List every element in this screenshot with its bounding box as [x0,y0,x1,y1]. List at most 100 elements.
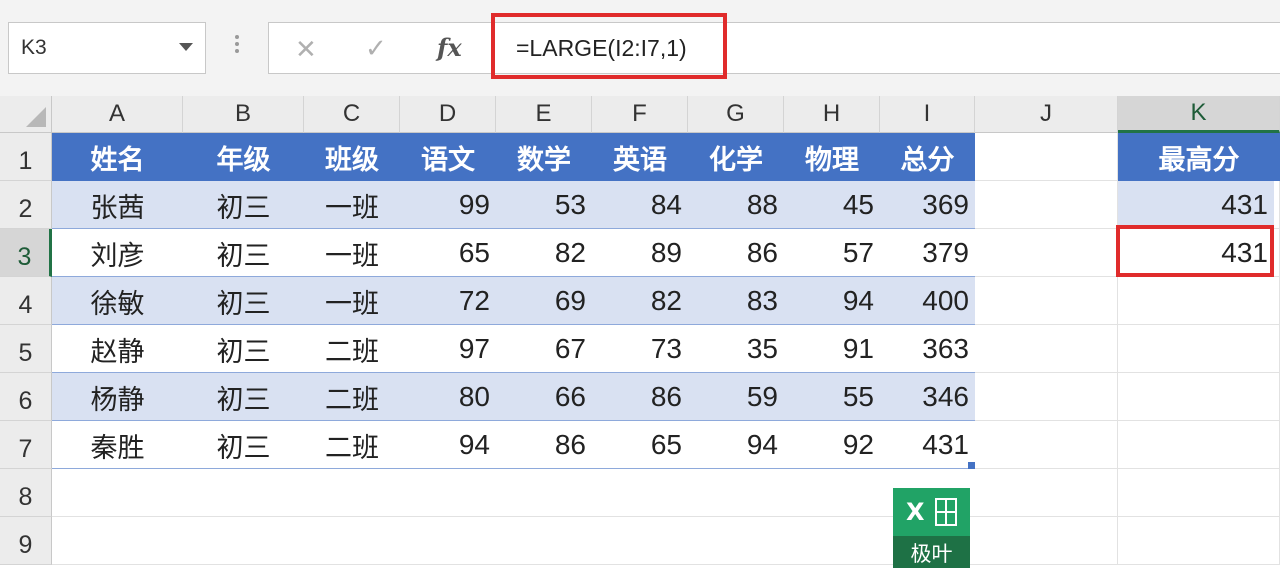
table-cell[interactable]: 99 [400,181,496,229]
table-resize-handle[interactable] [968,462,975,469]
table-cell[interactable]: 82 [496,229,592,277]
table-cell[interactable]: 346 [880,373,975,421]
table-cell[interactable]: 初三 [183,277,304,325]
table-cell[interactable]: 379 [880,229,975,277]
column-header-b[interactable]: B [183,96,304,133]
table-cell[interactable]: 初三 [183,181,304,229]
column-header-c[interactable]: C [304,96,400,133]
more-options-icon[interactable] [231,32,243,62]
enter-check-icon[interactable]: ✓ [365,34,387,64]
table-cell[interactable]: 69 [496,277,592,325]
table-header-cell[interactable]: 数学 [496,133,592,181]
table-cell[interactable]: 二班 [304,421,400,469]
table-cell[interactable]: 45 [784,181,880,229]
column-header-j[interactable]: J [975,96,1118,133]
name-box-value: K3 [21,36,47,59]
row-header-3[interactable]: 3 [0,229,52,277]
column-header-k[interactable]: K [1118,96,1280,133]
column-header-h[interactable]: H [784,96,880,133]
column-header-a[interactable]: A [52,96,183,133]
table-cell[interactable]: 57 [784,229,880,277]
table-cell[interactable]: 张茜 [52,181,183,229]
table-cell[interactable]: 88 [688,181,784,229]
table-cell[interactable]: 89 [592,229,688,277]
max-score-cell[interactable]: 431 [1118,181,1274,229]
table-cell[interactable]: 35 [688,325,784,373]
table-cell[interactable]: 431 [880,421,975,469]
table-cell[interactable]: 91 [784,325,880,373]
table-cell[interactable]: 369 [880,181,975,229]
gridline-horizontal [975,372,1280,373]
table-cell[interactable]: 94 [784,277,880,325]
row-header-1[interactable]: 1 [0,133,52,181]
table-cell[interactable]: 赵静 [52,325,183,373]
worksheet-grid[interactable]: ABCDEFGHIJK 123456789 姓名 年级 班级 语文 数学 英语 化学 物理 总分… [0,96,1280,580]
row-header-5[interactable]: 5 [0,325,52,373]
formula-highlight-box [491,13,727,79]
table-cell[interactable]: 67 [496,325,592,373]
max-score-header[interactable]: 最高分 [1118,133,1280,181]
table-cell[interactable]: 83 [688,277,784,325]
name-box[interactable]: K3 [8,22,206,74]
table-cell[interactable]: 一班 [304,277,400,325]
table-header-cell[interactable]: 化学 [688,133,784,181]
table-header-cell[interactable]: 总分 [880,133,975,181]
table-cell[interactable]: 86 [592,373,688,421]
table-cell[interactable]: 65 [592,421,688,469]
table-cell[interactable]: 84 [592,181,688,229]
table-cell[interactable]: 65 [400,229,496,277]
table-header-cell[interactable]: 年级 [183,133,304,181]
table-cell[interactable]: 92 [784,421,880,469]
gridline-horizontal [975,468,1280,469]
cancel-x-icon[interactable]: ✕ [295,35,317,65]
table-cell[interactable]: 59 [688,373,784,421]
table-header-cell[interactable]: 班级 [304,133,400,181]
table-cell[interactable]: 二班 [304,325,400,373]
table-cell[interactable]: 80 [400,373,496,421]
table-cell[interactable]: 初三 [183,229,304,277]
table-header-cell[interactable]: 姓名 [52,133,183,181]
row-header-8[interactable]: 8 [0,469,52,517]
table-cell[interactable]: 94 [688,421,784,469]
table-cell[interactable]: 82 [592,277,688,325]
row-header-4[interactable]: 4 [0,277,52,325]
gridline-horizontal [52,564,975,565]
insert-function-icon[interactable]: fx [437,33,462,62]
column-header-g[interactable]: G [688,96,784,133]
row-header-2[interactable]: 2 [0,181,52,229]
table-cell[interactable]: 53 [496,181,592,229]
table-cell[interactable]: 刘彦 [52,229,183,277]
chevron-down-icon[interactable] [179,43,193,51]
column-header-f[interactable]: F [592,96,688,133]
row-header-9[interactable]: 9 [0,517,52,565]
table-cell[interactable]: 66 [496,373,592,421]
table-cell[interactable]: 一班 [304,181,400,229]
table-cell[interactable]: 400 [880,277,975,325]
table-cell[interactable]: 97 [400,325,496,373]
table-cell[interactable]: 初三 [183,421,304,469]
table-header-cell[interactable]: 语文 [400,133,496,181]
logo-top: X [893,488,970,536]
table-cell[interactable]: 363 [880,325,975,373]
table-cell[interactable]: 杨静 [52,373,183,421]
column-header-d[interactable]: D [400,96,496,133]
column-header-i[interactable]: I [880,96,975,133]
table-cell[interactable]: 86 [688,229,784,277]
table-cell[interactable]: 72 [400,277,496,325]
table-cell[interactable]: 86 [496,421,592,469]
table-cell[interactable]: 二班 [304,373,400,421]
table-cell[interactable]: 55 [784,373,880,421]
table-cell[interactable]: 73 [592,325,688,373]
table-cell[interactable]: 秦胜 [52,421,183,469]
table-cell[interactable]: 一班 [304,229,400,277]
table-header-cell[interactable]: 物理 [784,133,880,181]
table-cell[interactable]: 初三 [183,325,304,373]
table-cell[interactable]: 94 [400,421,496,469]
column-header-e[interactable]: E [496,96,592,133]
select-all-corner[interactable] [0,96,52,133]
table-cell[interactable]: 初三 [183,373,304,421]
table-header-cell[interactable]: 英语 [592,133,688,181]
table-cell[interactable]: 徐敏 [52,277,183,325]
row-header-7[interactable]: 7 [0,421,52,469]
row-header-6[interactable]: 6 [0,373,52,421]
